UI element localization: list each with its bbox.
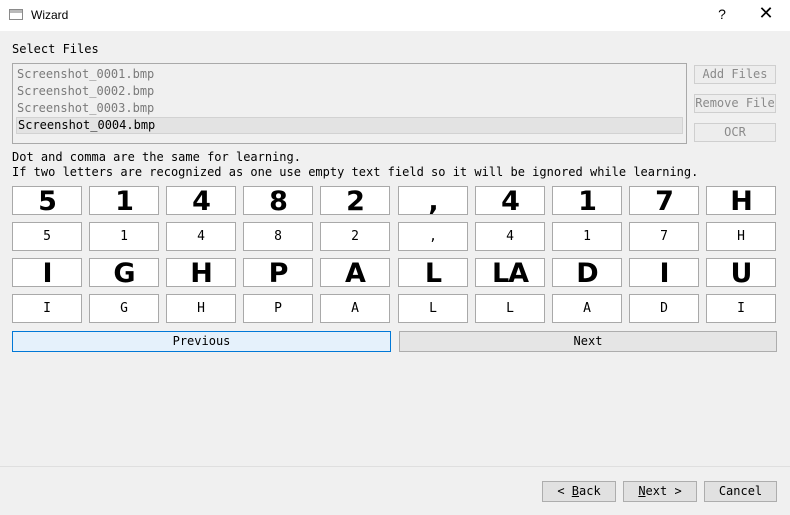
glyph-text-field[interactable]: H — [166, 294, 236, 323]
glyph-text-field[interactable]: D — [629, 294, 699, 323]
glyph-image: P — [243, 258, 313, 287]
glyph-image: LA — [475, 258, 545, 287]
glyph-image: 4 — [166, 186, 236, 215]
glyph-image: 2 — [320, 186, 390, 215]
glyph-image: 1 — [552, 186, 622, 215]
glyph-image: H — [166, 258, 236, 287]
close-button[interactable]: ✕ — [752, 2, 780, 26]
glyph-text-field[interactable]: G — [89, 294, 159, 323]
help-button[interactable]: ? — [712, 2, 732, 26]
window-title: Wizard — [31, 8, 69, 22]
glyph-image: 7 — [629, 186, 699, 215]
file-item-selected[interactable]: Screenshot_0004.bmp — [16, 117, 683, 134]
instruction-line-1: Dot and comma are the same for learning. — [12, 150, 301, 164]
glyph-image: 1 — [89, 186, 159, 215]
glyph-text-field[interactable]: I — [706, 294, 776, 323]
glyph-text-field[interactable]: H — [706, 222, 776, 251]
instruction-line-2: If two letters are recognized as one use… — [12, 165, 699, 179]
glyph-image: I — [12, 258, 82, 287]
wizard-next-button[interactable]: Next > — [623, 481, 697, 502]
file-item[interactable]: Screenshot_0002.bmp — [16, 83, 683, 100]
file-item[interactable]: Screenshot_0001.bmp — [16, 66, 683, 83]
next-page-button[interactable]: Next — [399, 331, 777, 352]
glyph-text-field[interactable]: P — [243, 294, 313, 323]
glyph-image: L — [398, 258, 468, 287]
title-bar: Wizard ? ✕ — [0, 0, 790, 31]
glyph-image: 4 — [475, 186, 545, 215]
window-icon — [9, 9, 23, 20]
glyph-image: G — [89, 258, 159, 287]
glyph-image: H — [706, 186, 776, 215]
back-button[interactable]: < Back — [542, 481, 616, 502]
cancel-button[interactable]: Cancel — [704, 481, 777, 502]
glyph-image: U — [706, 258, 776, 287]
glyph-text-field[interactable]: 4 — [475, 222, 545, 251]
glyph-text-field[interactable]: 7 — [629, 222, 699, 251]
remove-file-button[interactable]: Remove File — [694, 94, 776, 113]
glyph-text-field[interactable]: L — [398, 294, 468, 323]
glyph-text-field[interactable]: L — [475, 294, 545, 323]
add-files-button[interactable]: Add Files — [694, 65, 776, 84]
file-list[interactable]: Screenshot_0001.bmp Screenshot_0002.bmp … — [12, 63, 687, 144]
file-item[interactable]: Screenshot_0003.bmp — [16, 100, 683, 117]
glyph-text-field[interactable]: 1 — [552, 222, 622, 251]
glyph-text-field[interactable]: 2 — [320, 222, 390, 251]
glyph-text-field[interactable]: 1 — [89, 222, 159, 251]
glyph-text-field[interactable]: 4 — [166, 222, 236, 251]
glyph-text-field[interactable]: 8 — [243, 222, 313, 251]
glyph-image: D — [552, 258, 622, 287]
ocr-button[interactable]: OCR — [694, 123, 776, 142]
select-files-label: Select Files — [12, 42, 99, 56]
glyph-text-field[interactable]: I — [12, 294, 82, 323]
glyph-image: I — [629, 258, 699, 287]
glyph-image: 8 — [243, 186, 313, 215]
glyph-text-field[interactable]: A — [320, 294, 390, 323]
glyph-text-field[interactable]: , — [398, 222, 468, 251]
previous-page-button[interactable]: Previous — [12, 331, 391, 352]
glyph-image: 5 — [12, 186, 82, 215]
glyph-text-field[interactable]: 5 — [12, 222, 82, 251]
glyph-image: A — [320, 258, 390, 287]
glyph-image: , — [398, 186, 468, 215]
glyph-text-field[interactable]: A — [552, 294, 622, 323]
